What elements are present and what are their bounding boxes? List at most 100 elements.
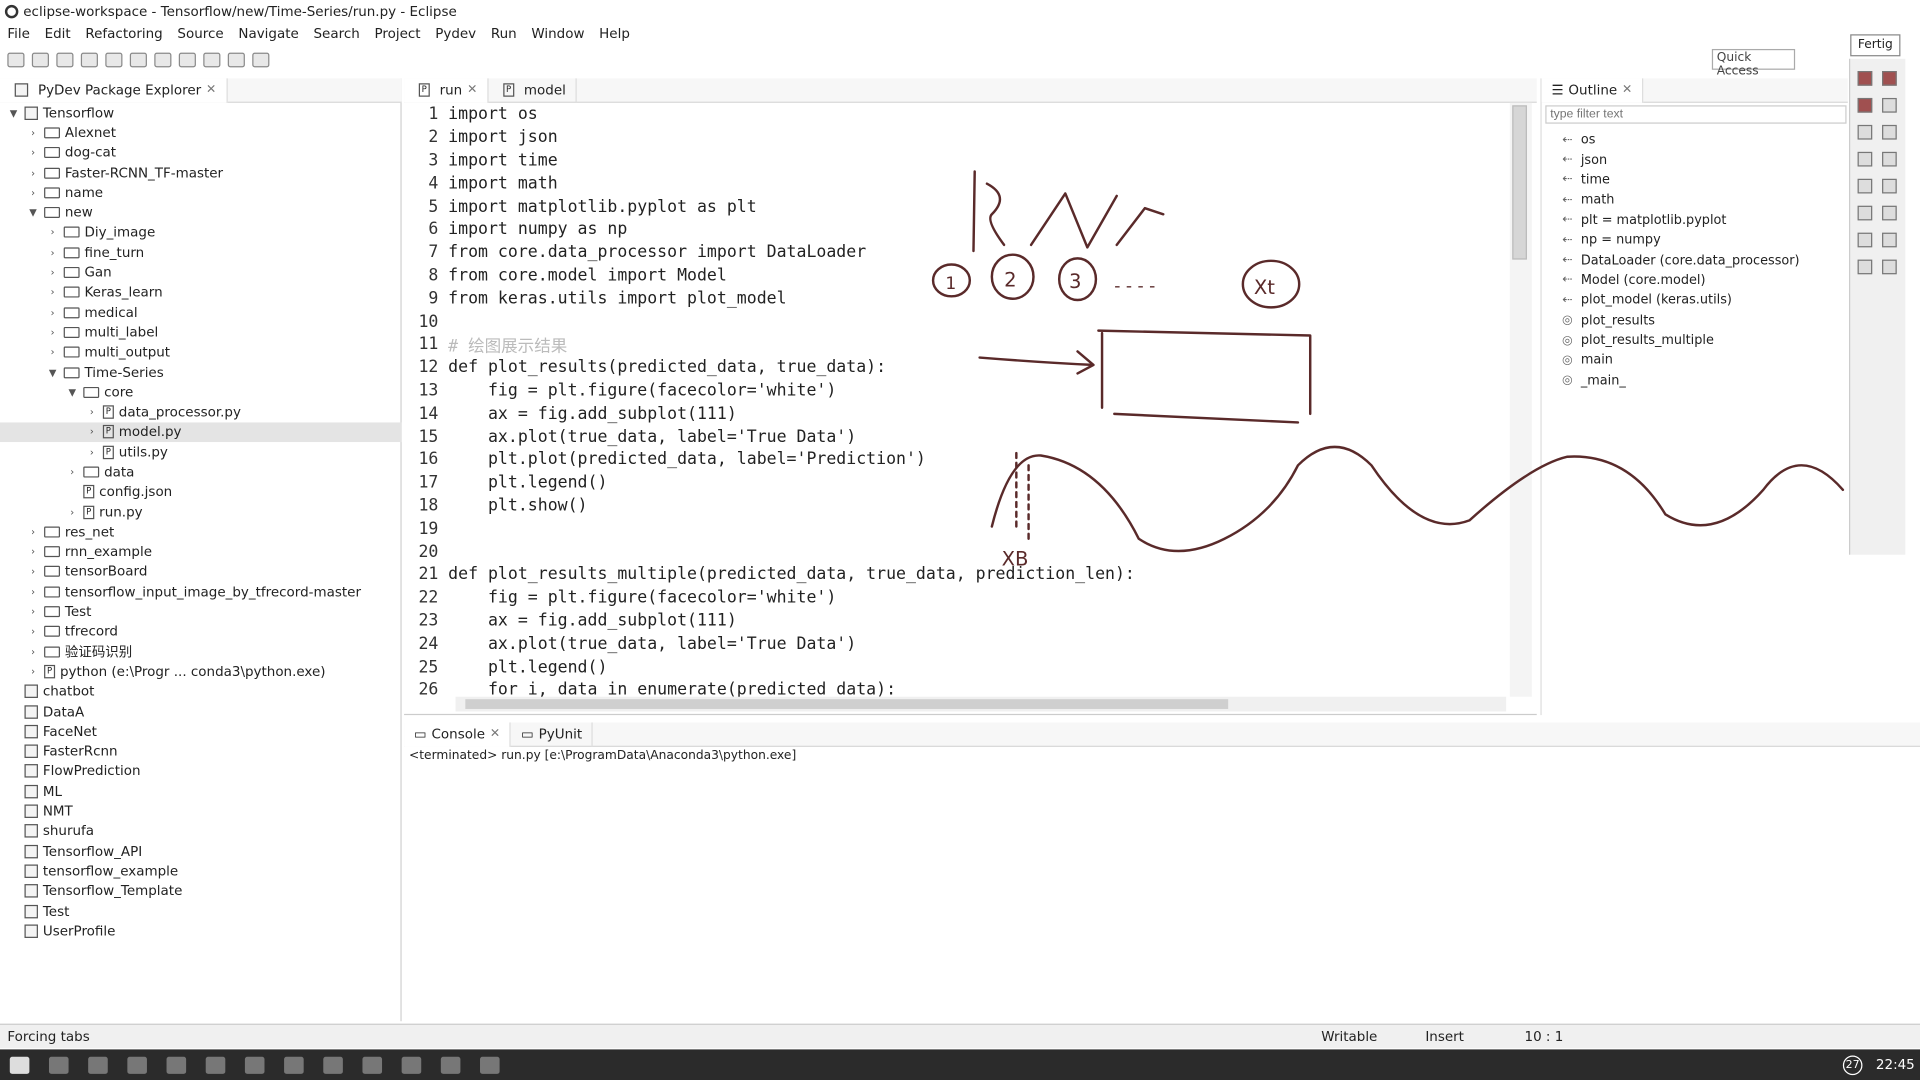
tree-item[interactable]: › Putils.py — [0, 442, 402, 462]
save-icon[interactable] — [1857, 259, 1873, 275]
close-icon[interactable]: ✕ — [1622, 83, 1632, 96]
menu-refactoring[interactable]: Refactoring — [78, 25, 170, 41]
tab-package-explorer[interactable]: PyDev Package Explorer ✕ — [0, 77, 228, 103]
outline-item[interactable]: ◎ plot_results — [1559, 310, 1841, 330]
tree-item[interactable]: ▼ core — [0, 382, 402, 402]
tree-item[interactable]: › medical — [0, 302, 402, 322]
open-type-icon[interactable] — [178, 52, 196, 68]
outline-item[interactable]: ⇠ time — [1559, 170, 1841, 190]
tree-item[interactable]: NMT — [0, 801, 402, 821]
expand-icon[interactable]: ▼ — [47, 367, 59, 378]
start-icon[interactable] — [9, 1056, 30, 1074]
edge-icon[interactable] — [127, 1056, 147, 1074]
editor-vertical-scrollbar[interactable] — [1509, 102, 1532, 697]
editor-horizontal-scrollbar[interactable] — [455, 696, 1507, 712]
back-icon[interactable] — [227, 52, 245, 68]
rect-icon[interactable] — [1857, 151, 1873, 167]
task-view-icon[interactable] — [88, 1056, 108, 1074]
outline-item[interactable]: ⇠ json — [1559, 150, 1841, 170]
line-icon[interactable] — [1857, 124, 1873, 140]
expand-icon[interactable]: › — [47, 347, 59, 358]
search-icon[interactable] — [203, 52, 221, 68]
chrome-icon[interactable] — [323, 1056, 343, 1074]
scroll-thumb[interactable] — [1512, 105, 1527, 260]
pen-icon[interactable] — [1857, 71, 1873, 86]
code-area[interactable]: 1 import os 2 import json 3 import time 4 impor… — [404, 103, 1506, 703]
menu-source[interactable]: Source — [170, 25, 231, 41]
tab-run[interactable]: Prun ✕ — [404, 77, 489, 103]
outline-item[interactable]: ⇠ os — [1559, 130, 1841, 150]
tree-item[interactable]: › Keras_learn — [0, 282, 402, 302]
menu-pydev[interactable]: Pydev — [428, 25, 484, 41]
tree-item[interactable]: › fine_turn — [0, 243, 402, 263]
menu-search[interactable]: Search — [306, 25, 367, 41]
expand-icon[interactable]: › — [27, 566, 39, 577]
tree-item[interactable]: tensorflow_example — [0, 861, 402, 881]
tree-item[interactable]: FasterRcnn — [0, 741, 402, 761]
copy-icon[interactable] — [1882, 232, 1897, 248]
tree-item[interactable]: › name — [0, 183, 402, 203]
tab-outline[interactable]: ☰ Outline ✕ — [1541, 77, 1644, 103]
menu-project[interactable]: Project — [367, 25, 428, 41]
app-icon[interactable] — [401, 1056, 422, 1074]
notification-badge[interactable]: 27 — [1842, 1055, 1863, 1076]
outline-item[interactable]: ⇠ plot_model (keras.utils) — [1559, 290, 1841, 310]
outline-filter-input[interactable] — [1545, 105, 1847, 124]
expand-icon[interactable]: › — [86, 447, 98, 458]
expand-icon[interactable]: › — [27, 127, 39, 138]
menu-navigate[interactable]: Navigate — [231, 25, 306, 41]
mail-icon[interactable] — [244, 1056, 265, 1074]
tab-pyunit[interactable]: ▭ PyUnit — [511, 721, 594, 747]
tree-item[interactable]: › Pmodel.py — [0, 422, 402, 443]
save-icon[interactable] — [31, 52, 49, 68]
undo-icon[interactable] — [1882, 205, 1897, 221]
expand-icon[interactable]: › — [47, 307, 59, 318]
tree-item[interactable]: › Test — [0, 602, 402, 622]
outline-item[interactable]: ◎ _main_ — [1559, 371, 1841, 391]
search-icon[interactable] — [48, 1056, 69, 1074]
check-icon[interactable] — [1882, 178, 1897, 194]
expand-icon[interactable]: › — [47, 227, 59, 238]
tree-item[interactable]: ML — [0, 781, 402, 801]
tree-item[interactable]: › tensorBoard — [0, 562, 402, 582]
tree-item[interactable]: › multi_label — [0, 322, 402, 342]
tree-item[interactable]: › Faster-RCNN_TF-master — [0, 163, 402, 183]
tree-item[interactable]: DataA — [0, 702, 402, 722]
tree-item[interactable]: UserProfile — [0, 921, 402, 941]
menu-help[interactable]: Help — [592, 25, 637, 41]
tree-item[interactable]: › tensorflow_input_image_by_tfrecord-mast… — [0, 582, 402, 602]
run-icon[interactable] — [105, 52, 123, 68]
outline-item[interactable]: ⇠ Model (core.model) — [1559, 270, 1841, 290]
tree-item[interactable]: shurufa — [0, 821, 402, 841]
delete-icon[interactable] — [1857, 232, 1873, 248]
tree-item[interactable]: Pconfig.json — [0, 482, 402, 502]
tree-item[interactable]: › tfrecord — [0, 622, 402, 642]
tree-item[interactable]: › Alexnet — [0, 123, 402, 143]
tree-item[interactable]: ▼ Time-Series — [0, 362, 402, 382]
tree-item[interactable]: Test — [0, 901, 402, 921]
new-python-module-icon[interactable] — [154, 52, 172, 68]
expand-icon[interactable]: › — [27, 646, 39, 657]
expand-icon[interactable]: ▼ — [7, 107, 19, 118]
expand-icon[interactable]: › — [47, 287, 59, 298]
tree-item[interactable]: › rnn_example — [0, 542, 402, 562]
close-icon[interactable]: ✕ — [490, 727, 500, 740]
eclipse-task-icon[interactable] — [362, 1056, 383, 1074]
expand-icon[interactable]: › — [27, 147, 39, 158]
menu-edit[interactable]: Edit — [37, 25, 78, 41]
scroll-thumb[interactable] — [465, 699, 1229, 709]
expand-icon[interactable]: › — [27, 546, 39, 557]
expand-icon[interactable]: ▼ — [66, 387, 78, 398]
tree-item[interactable]: › Diy_image — [0, 223, 402, 243]
expand-icon[interactable]: ▼ — [27, 207, 39, 218]
expand-icon[interactable]: › — [27, 167, 39, 178]
tree-item[interactable]: › dog-cat — [0, 143, 402, 163]
outline-item[interactable]: ◎ plot_results_multiple — [1559, 331, 1841, 351]
debug-icon[interactable] — [80, 52, 98, 68]
explorer-icon[interactable] — [166, 1056, 187, 1074]
tree-item[interactable]: › Prun.py — [0, 502, 402, 522]
expand-icon[interactable]: › — [27, 586, 39, 597]
tree-item[interactable]: ▼ new — [0, 203, 402, 223]
tree-item[interactable]: FaceNet — [0, 721, 402, 741]
tree-item[interactable]: chatbot — [0, 682, 402, 702]
